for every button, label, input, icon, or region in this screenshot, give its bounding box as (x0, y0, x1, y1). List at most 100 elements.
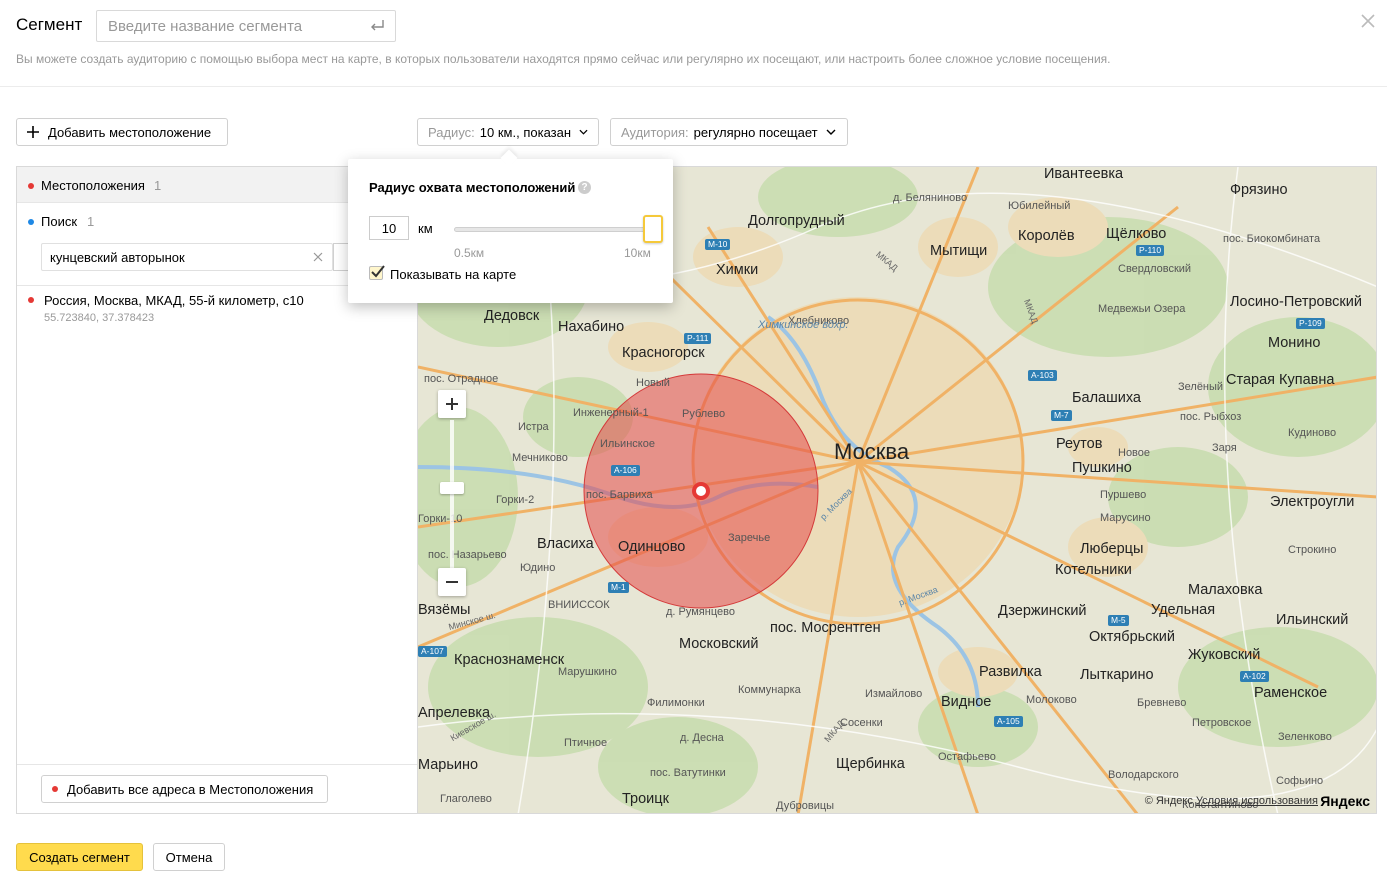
create-segment-button[interactable]: Создать сегмент (16, 843, 143, 871)
highway-badge: P-109 (1296, 318, 1325, 330)
map-label: Молоково (1026, 694, 1077, 706)
radius-dropdown[interactable]: Радиус: 10 км., показан (417, 118, 599, 146)
map-label: Истра (518, 421, 549, 433)
search-input[interactable] (41, 243, 333, 271)
map-label: Щёлково (1106, 226, 1167, 242)
radius-slider-track[interactable] (454, 227, 654, 232)
highway-badge: P-110 (1136, 245, 1165, 257)
zoom-control (438, 390, 466, 601)
locations-dot-icon (28, 183, 34, 189)
page-title: Сегмент (16, 15, 83, 34)
yandex-logo[interactable]: Яндекс (1320, 793, 1370, 809)
audience-dropdown-value: регулярно посещает (693, 124, 818, 140)
show-on-map-label[interactable]: Показывать на карте (390, 267, 516, 282)
radius-unit: км (418, 221, 433, 236)
audience-dropdown[interactable]: Аудитория: регулярно посещает (610, 118, 848, 146)
radius-input[interactable] (369, 216, 409, 240)
map-label: Краснознаменск (454, 652, 565, 668)
map-label: Люберцы (1080, 541, 1144, 557)
map-label: пос. Отрадное (424, 373, 499, 385)
map-label: Мытищи (930, 243, 988, 259)
map-label: Дедовск (484, 308, 540, 324)
map-label: Марусино (1100, 512, 1151, 524)
map-label: пос. Ватутинки (650, 767, 726, 779)
locations-label: Местоположения (41, 178, 145, 193)
map-label: Зеленково (1278, 731, 1332, 743)
zoom-slider-track[interactable] (450, 420, 454, 570)
map-label: Петровское (1192, 717, 1252, 729)
map-label: Лыткарино (1080, 667, 1154, 683)
map-label: Котельники (1055, 562, 1132, 578)
checkmark-icon (371, 265, 385, 278)
add-all-addresses-button[interactable]: Добавить все адреса в Местоположения (41, 775, 328, 803)
map-label: Дубровицы (776, 800, 835, 812)
map-label: Дзержинский (998, 603, 1087, 619)
show-on-map-checkbox[interactable] (369, 265, 385, 280)
map-label: д. Румянцево (666, 606, 735, 618)
map-label: Щербинка (836, 756, 905, 772)
map-label: Зелёный (1178, 381, 1224, 393)
map-label: Мечниково (512, 452, 568, 464)
map-label: Фрязино (1230, 182, 1288, 198)
map-label: Реутов (1056, 436, 1103, 452)
map-label: Горки-2 (496, 494, 535, 506)
map-label: д. Десна (680, 732, 724, 744)
clear-icon[interactable] (313, 252, 323, 262)
slider-max-label: 10км (624, 246, 651, 260)
help-icon[interactable]: ? (578, 181, 591, 194)
highway-badge: A-105 (994, 716, 1023, 728)
map-label: Ильинский (1276, 612, 1349, 628)
map-label: Жуковский (1188, 647, 1261, 663)
cancel-button[interactable]: Отмена (153, 843, 225, 871)
map-label: пос. Биокомбината (1223, 233, 1321, 245)
map-label: Юбилейный (1008, 200, 1071, 212)
map-label: пос. Мосрентген (770, 620, 881, 636)
map-label: Малаховка (1188, 582, 1263, 598)
map-label: Коммунарка (738, 684, 801, 696)
highway-badge: M-7 (1051, 410, 1072, 422)
map-label: Свердловский (1118, 263, 1192, 275)
enter-icon (371, 20, 384, 31)
map-label: Заря (1212, 442, 1237, 454)
map-label-city: Москва (834, 439, 910, 464)
map-label: Октябрьский (1089, 629, 1175, 645)
search-section-label: Поиск (41, 214, 78, 229)
map-label: Видное (941, 694, 992, 710)
close-icon[interactable] (1358, 11, 1378, 31)
map-label: пос. Рыбхоз (1180, 411, 1242, 423)
radius-dropdown-label: Радиус: (428, 124, 475, 140)
map-label: Филимонки (647, 697, 705, 709)
map-label: Кудиново (1288, 427, 1337, 439)
map-label: пос. Барвиха (586, 489, 653, 501)
zoom-out-button[interactable] (438, 568, 466, 596)
map-label: Остафьево (938, 751, 996, 763)
map-label: Раменское (1254, 685, 1328, 701)
map-label: Новое (1118, 447, 1151, 459)
map-label: Пуршево (1100, 489, 1147, 501)
page-description: Вы можете создать аудиторию с помощью вы… (16, 52, 1111, 66)
popover-title: Радиус охвата местоположений (369, 180, 576, 195)
search-result-address[interactable]: Россия, Москва, МКАД, 55-й километр, с10 (44, 293, 304, 308)
map-label: Химки (716, 262, 759, 278)
terms-link[interactable]: Условия использования (1196, 795, 1318, 807)
radius-popover: Радиус охвата местоположений ? км 0.5км … (348, 159, 673, 303)
map-label: Рублево (682, 408, 726, 420)
map-label: Электроугли (1270, 494, 1355, 510)
segment-name-input[interactable] (96, 10, 396, 42)
map-copyright: © Яндекс Условия использования (1145, 795, 1318, 807)
add-location-button[interactable]: Добавить местоположение (16, 118, 228, 146)
radius-dropdown-value: 10 км., показан (479, 124, 572, 140)
map-label: Сосенки (840, 717, 883, 729)
highway-badge: M-10 (705, 239, 731, 251)
zoom-slider-handle[interactable] (440, 482, 464, 494)
map-label: Глаголево (440, 793, 492, 805)
map-label: Пушкино (1072, 460, 1132, 476)
highway-badge: P-111 (684, 333, 712, 345)
zoom-in-button[interactable] (438, 390, 466, 418)
map-label: д. Беляниново (893, 192, 968, 204)
radius-slider-handle[interactable] (643, 215, 663, 243)
highway-badge: A-107 (418, 646, 447, 658)
map-label: ВНИИССОК (548, 599, 610, 611)
map-label: Троицк (622, 791, 669, 807)
map-label: Лосино-Петровский (1230, 294, 1362, 310)
